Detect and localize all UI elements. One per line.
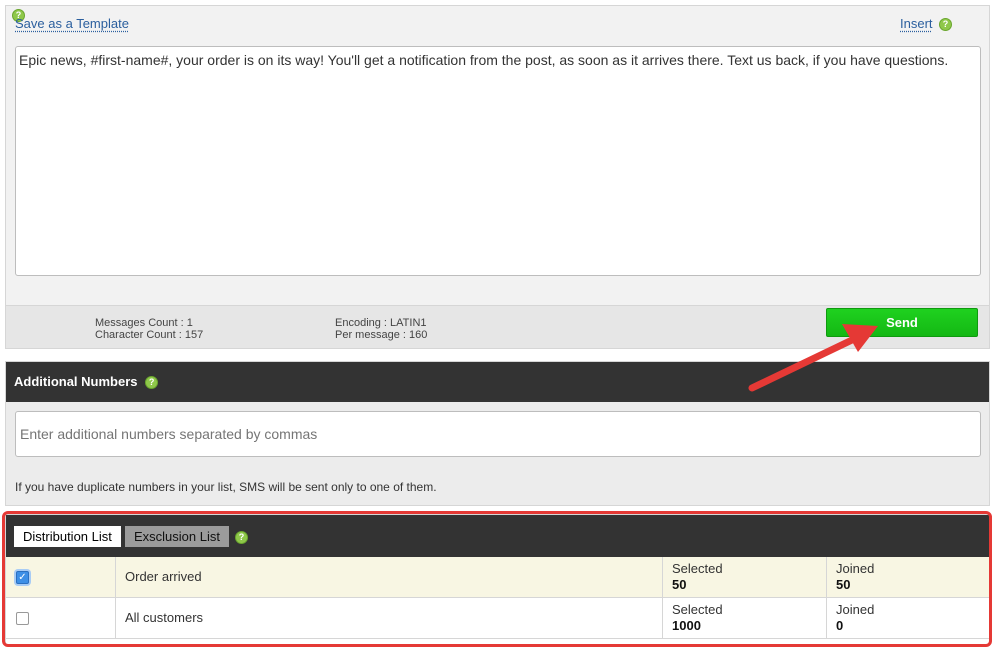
additional-numbers-title: Additional Numbers bbox=[14, 374, 138, 389]
selected-label: Selected bbox=[672, 602, 723, 617]
selected-count-cell: Selected 1000 bbox=[663, 598, 827, 638]
tab-distribution-list[interactable]: Distribution List bbox=[14, 526, 121, 547]
message-textarea[interactable] bbox=[15, 46, 981, 276]
help-icon[interactable]: ? bbox=[145, 376, 159, 390]
additional-numbers-input[interactable] bbox=[15, 411, 981, 457]
per-message: Per message : 160 bbox=[335, 329, 428, 341]
row-checkbox[interactable]: ✓ bbox=[16, 571, 29, 584]
send-button[interactable]: Send bbox=[826, 308, 978, 337]
lists-header: Distribution List Exsclusion List ? bbox=[6, 515, 989, 557]
list-name: Order arrived bbox=[116, 557, 663, 597]
row-checkbox[interactable] bbox=[16, 612, 29, 625]
lists-panel: Distribution List Exsclusion List ? ✓ Or… bbox=[5, 514, 990, 646]
selected-count-cell: Selected 50 bbox=[663, 557, 827, 597]
joined-count-cell: Joined 50 bbox=[827, 557, 989, 597]
joined-label: Joined bbox=[836, 602, 875, 617]
joined-value: 0 bbox=[836, 618, 844, 633]
joined-label: Joined bbox=[836, 561, 875, 576]
row-checkbox-cell: ✓ bbox=[6, 557, 116, 597]
row-checkbox-cell bbox=[6, 598, 116, 638]
additional-numbers-panel: Additional Numbers ? If you have duplica… bbox=[5, 361, 990, 506]
table-row[interactable]: All customers Selected 1000 Joined 0 bbox=[6, 598, 989, 639]
list-name: All customers bbox=[116, 598, 663, 638]
check-icon: ✓ bbox=[18, 572, 27, 583]
joined-count-cell: Joined 0 bbox=[827, 598, 989, 638]
save-as-template-link[interactable]: Save as a Template bbox=[15, 16, 129, 31]
additional-numbers-header: Additional Numbers ? bbox=[6, 362, 989, 402]
selected-value: 50 bbox=[672, 577, 687, 592]
table-row[interactable]: ✓ Order arrived Selected 50 Joined 50 bbox=[6, 557, 989, 598]
character-count: Character Count : 157 bbox=[95, 329, 204, 341]
joined-value: 50 bbox=[836, 577, 851, 592]
messages-count: Messages Count : 1 bbox=[95, 317, 193, 329]
duplicate-numbers-note: If you have duplicate numbers in your li… bbox=[15, 480, 437, 494]
compose-panel: ? Save as a Template Insert ? Messages C… bbox=[5, 5, 990, 349]
selected-value: 1000 bbox=[672, 618, 701, 633]
selected-label: Selected bbox=[672, 561, 723, 576]
help-icon[interactable]: ? bbox=[235, 531, 248, 544]
encoding: Encoding : LATIN1 bbox=[335, 317, 427, 329]
help-icon[interactable]: ? bbox=[939, 18, 952, 31]
insert-link[interactable]: Insert bbox=[900, 16, 933, 31]
tab-exclusion-list[interactable]: Exsclusion List bbox=[125, 526, 229, 547]
